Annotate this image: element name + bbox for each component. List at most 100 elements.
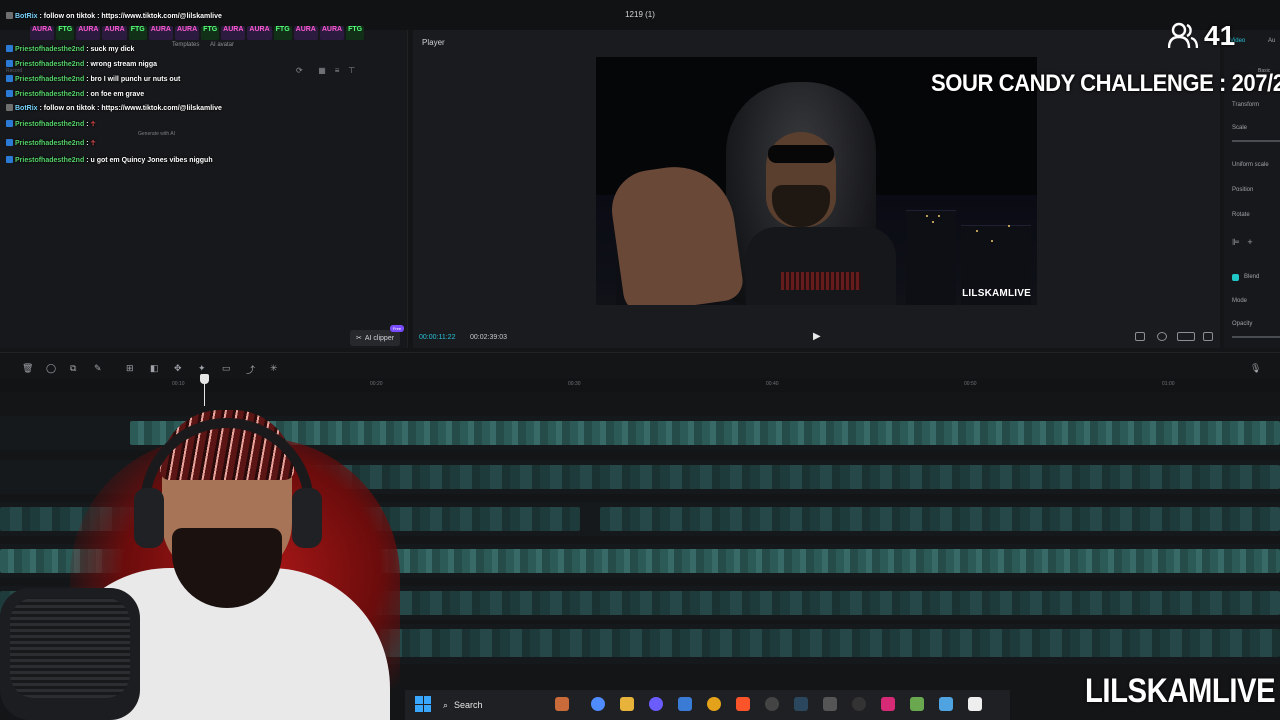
search-icon: ⌕ xyxy=(443,699,449,710)
snap-icon[interactable]: ✳ xyxy=(270,363,278,374)
video-clip[interactable] xyxy=(600,507,1280,531)
fullscreen-icon[interactable] xyxy=(1203,332,1213,341)
chat-line: BotRix : follow on tiktok : https://www.… xyxy=(6,104,222,112)
taskbar-search[interactable]: ⌕ Search xyxy=(435,695,565,715)
instagram-icon[interactable] xyxy=(881,697,895,711)
mod-badge-icon xyxy=(6,90,13,97)
tick: 00:30 xyxy=(568,381,581,387)
emote: FTG xyxy=(273,26,292,40)
tick: 00:50 xyxy=(964,381,977,387)
chat-username: Priestofhadesthe2nd xyxy=(15,121,85,128)
video-clip[interactable] xyxy=(300,465,1280,489)
align-icons[interactable]: ⊫ + xyxy=(1232,237,1253,248)
chat-message: suck my dick xyxy=(90,46,135,53)
delete-icon[interactable]: 🗑 xyxy=(22,363,33,374)
chat-username: BotRix xyxy=(15,13,38,20)
app-icon[interactable] xyxy=(707,697,721,711)
chat-message: follow on tiktok : https://www.tiktok.co… xyxy=(43,13,222,20)
project-name: 1219 (1) xyxy=(625,10,655,19)
blend-checkbox[interactable] xyxy=(1232,274,1239,281)
position-label: Position xyxy=(1232,187,1254,193)
obs-icon[interactable] xyxy=(765,697,779,711)
screen-icon[interactable]: ▭ xyxy=(222,363,231,374)
mod-badge-icon xyxy=(6,60,13,67)
crop-icon[interactable]: ⧉ xyxy=(70,363,76,374)
ratio-icon[interactable] xyxy=(1177,332,1195,341)
capcut-icon[interactable] xyxy=(968,697,982,711)
magic-icon[interactable]: ✦ xyxy=(198,363,206,374)
shirt-print xyxy=(781,272,861,290)
video-clip[interactable] xyxy=(380,629,1280,657)
4k-app-icon[interactable] xyxy=(852,697,866,711)
store-icon[interactable] xyxy=(678,697,692,711)
emote: AURA xyxy=(247,26,272,40)
chat-username: Priestofhadesthe2nd xyxy=(15,91,85,98)
transform-icon[interactable]: ✥ xyxy=(174,363,182,374)
video-watermark: LILSKAMLIVE xyxy=(962,288,1031,299)
ai-clipper-label: AI clipper xyxy=(364,334,395,342)
mirror-icon[interactable]: ◧ xyxy=(150,363,159,374)
minecraft-icon[interactable] xyxy=(910,697,924,711)
opacity-slider[interactable] xyxy=(1232,336,1280,338)
emote: FTG xyxy=(128,26,147,40)
brave-icon[interactable] xyxy=(736,697,750,711)
effect-icon[interactable]: ✎ xyxy=(94,363,102,374)
chat-message: wrong stream nigga xyxy=(90,61,157,68)
tick: 01:00 xyxy=(1162,381,1175,387)
chat-message: bro I will punch ur nuts out xyxy=(90,76,181,83)
headset-earcup xyxy=(134,488,164,548)
chat-username: Priestofhadesthe2nd xyxy=(15,46,85,53)
chat-username: Priestofhadesthe2nd xyxy=(15,61,85,68)
tick: 00:20 xyxy=(370,381,383,387)
emote: FTG xyxy=(346,26,365,40)
mode-label: Mode xyxy=(1232,298,1248,304)
split-icon[interactable]: ⊞ xyxy=(126,363,134,374)
windows-start-icon[interactable] xyxy=(415,696,431,712)
play-icon[interactable]: ▶ xyxy=(813,331,821,342)
tick: 00:10 xyxy=(172,381,185,387)
fit-icon[interactable] xyxy=(1135,332,1145,341)
chat-overlay: AURA FTG AURA AURA FTG AURA AURA FTG AUR… xyxy=(0,0,420,170)
taskbar: ⌕ Search xyxy=(405,690,1010,720)
bot-badge-icon xyxy=(6,12,13,19)
scissors-icon: ✂ xyxy=(356,335,362,342)
hand xyxy=(606,159,746,305)
chat-line: Priestofhadesthe2nd : u got em Quincy Jo… xyxy=(6,156,213,164)
emote: FTG xyxy=(56,26,75,40)
file-explorer-icon[interactable] xyxy=(620,697,634,711)
rotate-label: Rotate xyxy=(1232,212,1250,218)
microphone-icon[interactable]: 🎙 xyxy=(1250,363,1261,374)
chat-username: Priestofhadesthe2nd xyxy=(15,76,85,83)
zoom-icon[interactable] xyxy=(1157,332,1167,341)
notepad-icon[interactable] xyxy=(939,697,953,711)
app-icon[interactable] xyxy=(823,697,837,711)
timeline-ruler[interactable]: 00:10 00:20 00:30 00:40 00:50 01:00 xyxy=(0,378,1280,392)
mod-badge-icon xyxy=(6,156,13,163)
steam-icon[interactable] xyxy=(794,697,808,711)
copilot-icon[interactable] xyxy=(591,697,605,711)
chat-message: follow on tiktok : https://www.tiktok.co… xyxy=(43,105,222,112)
free-badge: Free xyxy=(389,325,405,332)
widgets-icon[interactable] xyxy=(555,697,569,711)
timeline-toolbar: 🗑 ◯ ⧉ ✎ ⊞ ◧ ✥ ✦ ▭ ⤴ ✳ 🎙 xyxy=(0,352,1280,380)
mod-badge-icon xyxy=(6,75,13,82)
emote: FTG xyxy=(201,26,220,40)
microphone-grill xyxy=(10,598,130,698)
chat-line: BotRix : follow on tiktok : https://www.… xyxy=(6,12,222,20)
tab-audio[interactable]: Au xyxy=(1268,38,1275,44)
scale-slider[interactable] xyxy=(1232,140,1280,142)
export-icon[interactable]: ⤴ xyxy=(246,363,255,376)
emote: AURA xyxy=(148,26,173,40)
mod-badge-icon xyxy=(6,139,13,146)
transform-label: Transform xyxy=(1232,102,1260,108)
chat-line: Priestofhadesthe2nd : bro I will punch u… xyxy=(6,75,180,83)
chat-username: Priestofhadesthe2nd xyxy=(15,140,85,147)
freeze-icon[interactable]: ◯ xyxy=(46,363,56,374)
player-title: Player xyxy=(422,38,445,47)
headset-earcup xyxy=(292,488,322,548)
uniform-scale-label[interactable]: Uniform scale xyxy=(1232,162,1269,168)
ai-clipper-button[interactable]: ✂ AI clipper Free xyxy=(350,325,405,346)
chat-username: Priestofhadesthe2nd xyxy=(15,157,85,164)
discord-icon[interactable] xyxy=(649,697,663,711)
tick: 00:40 xyxy=(766,381,779,387)
